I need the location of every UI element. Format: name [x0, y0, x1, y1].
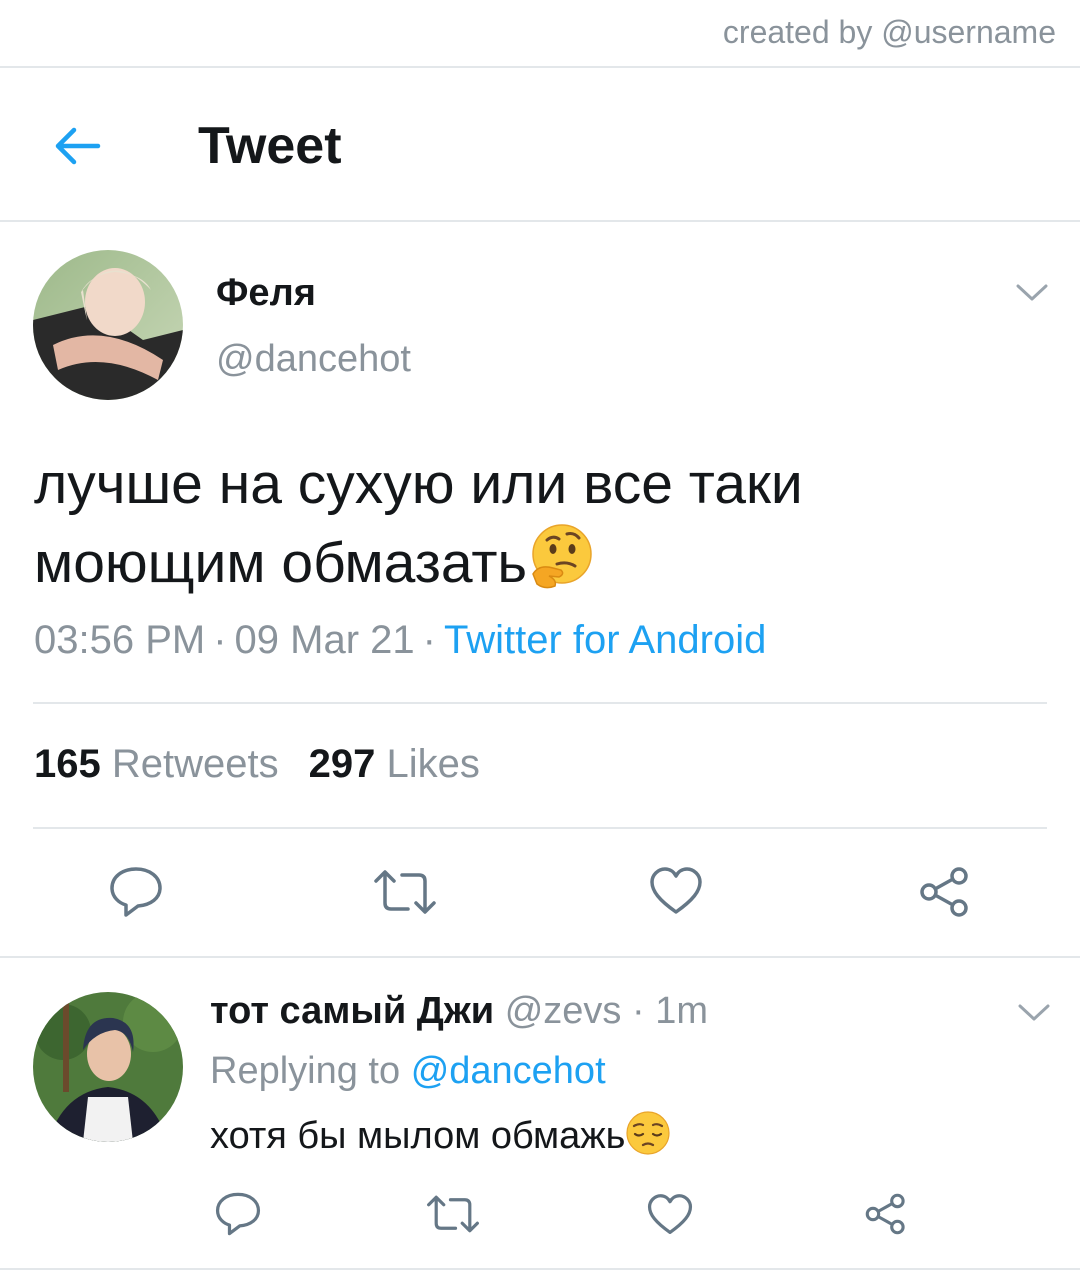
divider — [33, 827, 1047, 829]
likes-count: 297 — [308, 742, 376, 786]
tweet-text-line: лучше на сухую или все таки — [34, 452, 803, 516]
retweet-icon — [374, 870, 436, 914]
likes-stat[interactable]: 297 Likes — [309, 742, 480, 786]
chevron-down-icon — [1016, 284, 1048, 301]
pensive-face-emoji — [626, 1111, 671, 1155]
tweet-text-line: моющим обмазать — [34, 522, 1044, 601]
thinking-face-emoji — [532, 524, 592, 589]
author-name[interactable]: Феля — [216, 272, 316, 315]
reply-text-span: хотя бы мылом обмажь — [210, 1115, 626, 1157]
heart-icon — [650, 867, 702, 914]
reply-author-name[interactable]: тот самый Джи — [210, 990, 494, 1032]
divider — [0, 220, 1080, 222]
like-button[interactable] — [648, 864, 704, 918]
share-icon — [920, 867, 968, 917]
reply-like-button[interactable] — [646, 1191, 694, 1237]
tweet-source-link[interactable]: Twitter for Android — [444, 618, 766, 662]
reply-age: 1m — [655, 990, 708, 1032]
author-handle[interactable]: @dancehot — [216, 338, 411, 381]
share-button[interactable] — [916, 864, 974, 920]
reply-author-avatar[interactable] — [33, 992, 183, 1142]
reply-icon — [215, 1192, 261, 1236]
replying-to-label: Replying to — [210, 1050, 401, 1092]
tweet-text-span: моющим обмазать — [34, 531, 528, 595]
app-header: Tweet — [0, 68, 1080, 220]
retweets-label: Retweets — [111, 742, 279, 786]
meta-separator: · — [422, 618, 436, 662]
tweet-time: 03:56 PM — [34, 618, 206, 662]
tweet-stats: 165 Retweets 297 Likes — [34, 742, 480, 787]
author-avatar[interactable] — [33, 250, 183, 400]
reply-header: тот самый Джи @zevs · 1m — [210, 990, 708, 1033]
meta-separator: · — [213, 618, 227, 662]
arrow-left-icon — [55, 127, 101, 165]
reply-author-handle[interactable]: @zevs — [505, 990, 622, 1032]
divider — [0, 1268, 1080, 1270]
divider — [0, 956, 1080, 958]
replying-to: Replying to @dancehot — [210, 1050, 606, 1093]
chevron-down-icon — [1018, 1004, 1050, 1021]
share-icon — [865, 1193, 905, 1235]
tweet-meta: 03:56 PM · 09 Mar 21 · Twitter for Android — [34, 618, 766, 663]
reply-icon — [110, 867, 162, 917]
divider — [33, 702, 1047, 704]
retweet-icon — [427, 1195, 479, 1233]
retweet-button[interactable] — [372, 866, 438, 918]
back-button[interactable] — [46, 118, 108, 174]
retweets-count: 165 — [34, 742, 101, 786]
reply-separator: · — [631, 990, 645, 1032]
tweet-options-button[interactable] — [1012, 278, 1052, 308]
tweet-date: 09 Mar 21 — [234, 618, 415, 662]
watermark-credit: created by @username — [722, 14, 1056, 50]
reply-retweet-button[interactable] — [425, 1192, 481, 1236]
reply-text: хотя бы мылом обмажь — [210, 1110, 671, 1158]
retweets-stat[interactable]: 165 Retweets — [34, 742, 279, 786]
reply-share-button[interactable] — [862, 1190, 910, 1238]
reply-options-button[interactable] — [1014, 998, 1054, 1028]
likes-label: Likes — [386, 742, 480, 786]
reply-button[interactable] — [106, 864, 166, 920]
heart-icon — [647, 1193, 693, 1234]
replying-to-mention[interactable]: @dancehot — [411, 1050, 606, 1092]
reply-reply-button[interactable] — [212, 1190, 264, 1238]
tweet-text: лучше на сухую или все таки моющим обмаз… — [34, 446, 1044, 601]
page-title: Tweet — [198, 117, 342, 175]
